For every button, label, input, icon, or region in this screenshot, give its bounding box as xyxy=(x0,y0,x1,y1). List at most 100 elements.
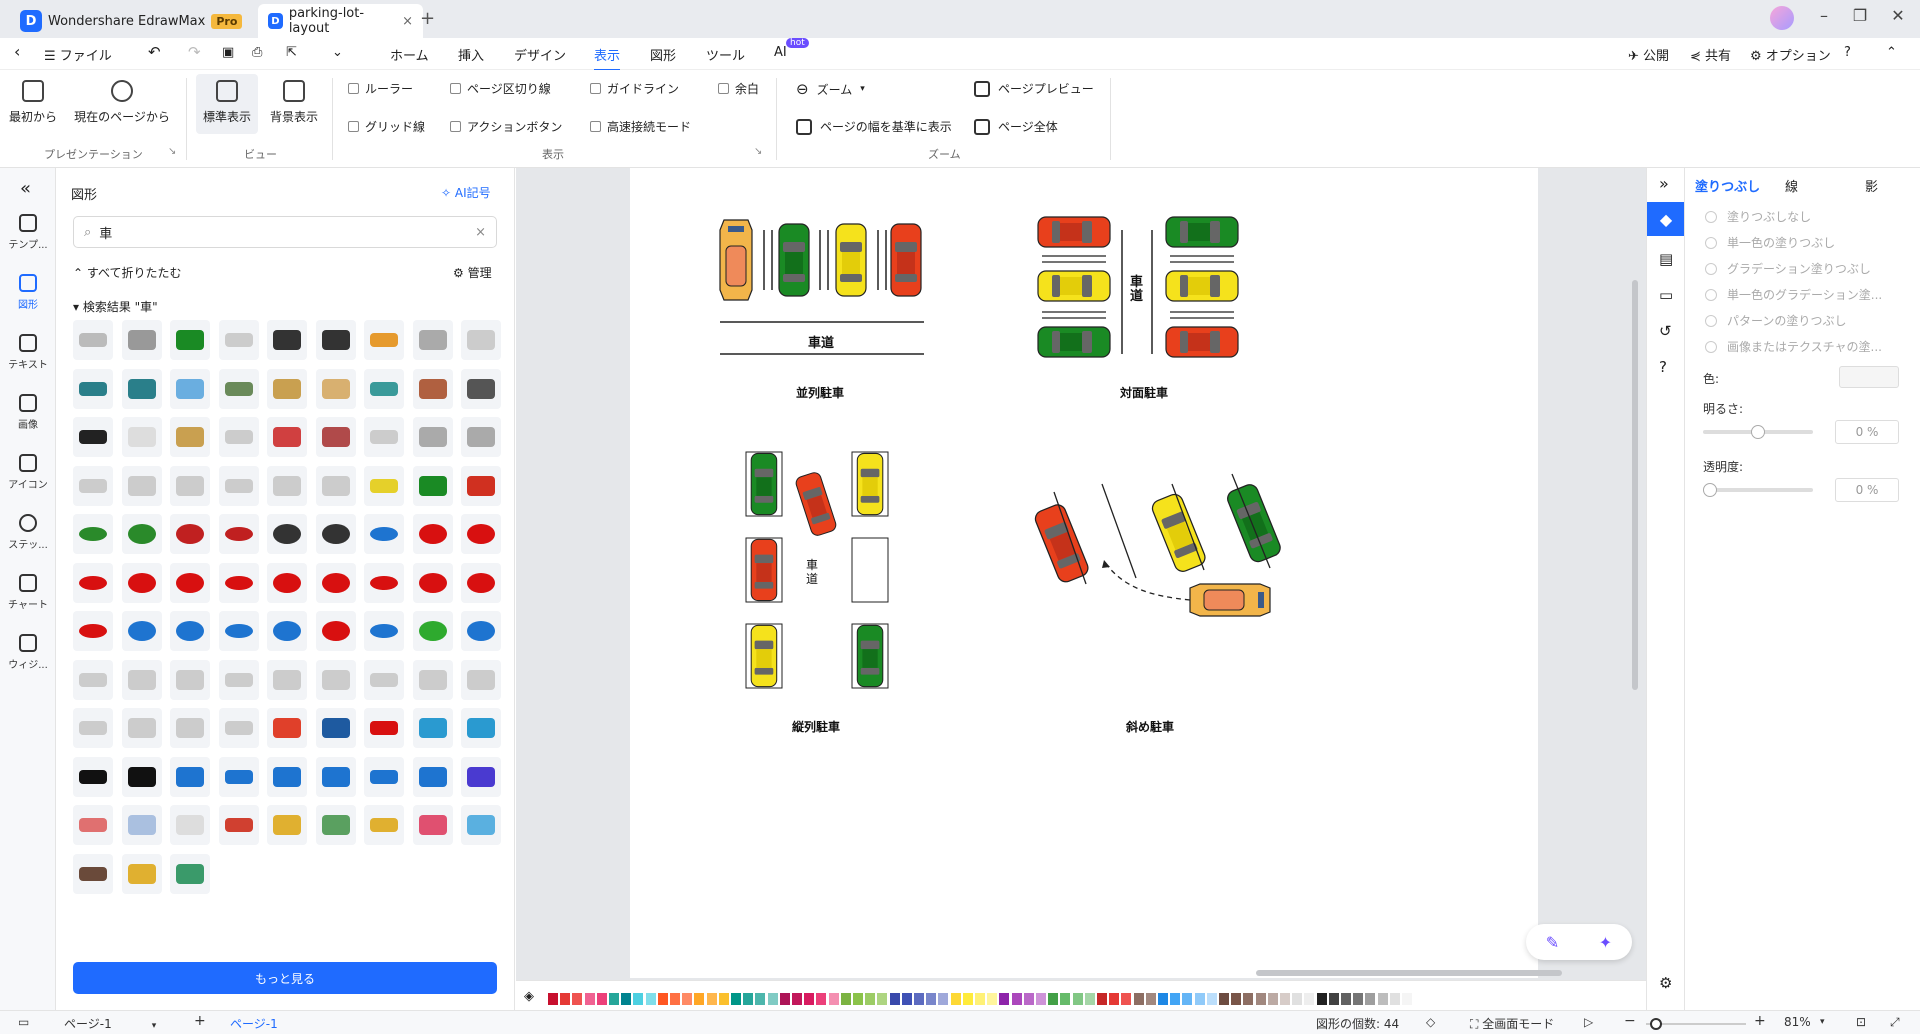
nav-text[interactable]: テキスト xyxy=(0,334,56,371)
shape-result-item[interactable] xyxy=(121,562,162,603)
slider-knob[interactable] xyxy=(1703,483,1717,497)
color-swatch[interactable] xyxy=(1011,993,1022,1005)
zoom-level[interactable]: 81% xyxy=(1784,1015,1811,1029)
export-icon[interactable]: ⇱ xyxy=(286,45,297,60)
color-swatch[interactable] xyxy=(792,993,802,1005)
ai-symbol-button[interactable]: ✧ AI記号 xyxy=(441,184,491,201)
road-tandem-label[interactable]: 車道 xyxy=(806,558,820,586)
shape-result-item[interactable] xyxy=(267,562,307,603)
guideline-checkbox[interactable]: ガイドライン xyxy=(590,80,679,97)
page-layout-icon[interactable]: ▭ xyxy=(18,1015,29,1029)
brightness-slider[interactable] xyxy=(1703,425,1813,439)
shape-result-item[interactable] xyxy=(315,562,356,603)
color-swatch[interactable] xyxy=(633,993,644,1005)
color-swatch[interactable] xyxy=(779,993,790,1005)
menu-view[interactable]: 表示 xyxy=(594,45,621,71)
clear-search-icon[interactable]: × xyxy=(475,225,486,240)
expand-icon[interactable]: ⤢ xyxy=(1890,1015,1900,1030)
shape-result-item[interactable] xyxy=(170,465,210,506)
color-swatch[interactable] xyxy=(926,993,937,1005)
tab-fill[interactable]: 塗りつぶし xyxy=(1695,176,1760,195)
color-swatch[interactable] xyxy=(1243,993,1254,1005)
shape-result-item[interactable] xyxy=(218,465,259,506)
shape-result-item[interactable] xyxy=(73,514,113,554)
shape-result-item[interactable] xyxy=(315,659,356,700)
shape-result-item[interactable] xyxy=(267,805,307,845)
road-vertical-label[interactable]: 車道 xyxy=(1130,276,1144,304)
color-swatch[interactable] xyxy=(853,993,863,1005)
shape-result-item[interactable] xyxy=(73,708,113,748)
color-swatch[interactable] xyxy=(889,993,900,1005)
shape-result-item[interactable] xyxy=(121,368,162,409)
color-swatch[interactable] xyxy=(1219,993,1229,1005)
close-tab-icon[interactable]: × xyxy=(402,14,413,29)
shape-result-item[interactable] xyxy=(218,417,259,457)
shape-result-item[interactable] xyxy=(218,611,259,651)
shape-result-item[interactable] xyxy=(218,320,259,360)
manage-button[interactable]: ⚙ 管理 xyxy=(453,264,492,281)
color-swatch[interactable] xyxy=(987,993,998,1005)
fill-solid-option[interactable]: 単一色の塗りつぶし xyxy=(1705,234,1835,251)
shape-result-item[interactable] xyxy=(461,805,501,845)
shape-result-item[interactable] xyxy=(267,756,307,797)
menu-home[interactable]: ホーム xyxy=(390,45,429,64)
color-swatch[interactable] xyxy=(1341,993,1351,1005)
shape-result-item[interactable] xyxy=(412,611,453,651)
share-button[interactable]: ⋞ 共有 xyxy=(1690,45,1731,64)
help-circle-icon[interactable]: ? xyxy=(1659,358,1667,376)
file-menu[interactable]: ☰ ファイル xyxy=(44,45,112,64)
nav-image[interactable]: 画像 xyxy=(0,394,56,431)
shape-result-item[interactable] xyxy=(121,756,162,797)
menu-tools[interactable]: ツール xyxy=(706,45,745,64)
shape-result-item[interactable] xyxy=(461,368,501,409)
color-swatch[interactable] xyxy=(1292,993,1303,1005)
shape-result-item[interactable] xyxy=(121,417,162,457)
shape-result-item[interactable] xyxy=(218,562,259,603)
shape-result-item[interactable] xyxy=(412,562,453,603)
shape-result-item[interactable] xyxy=(73,562,113,603)
nav-icons[interactable]: アイコン xyxy=(0,454,56,491)
group-launcher-icon[interactable]: ↘ xyxy=(754,146,762,157)
shape-result-item[interactable] xyxy=(218,514,259,554)
presentation-panel-icon[interactable]: ▭ xyxy=(1659,286,1673,304)
close-window-icon[interactable]: ✕ xyxy=(1886,6,1910,25)
color-swatch[interactable] xyxy=(1194,993,1205,1005)
shape-result-item[interactable] xyxy=(412,659,453,700)
shape-result-item[interactable] xyxy=(364,659,404,700)
road-label[interactable]: 車道 xyxy=(808,332,834,351)
shape-result-item[interactable] xyxy=(73,659,113,700)
group-launcher-icon[interactable]: ↘ xyxy=(168,146,176,157)
shape-result-item[interactable] xyxy=(267,611,307,651)
collapse-all-button[interactable]: ⌃ すべて折りたたむ xyxy=(73,264,182,281)
h-scrollbar-thumb[interactable] xyxy=(1256,970,1562,976)
shape-result-item[interactable] xyxy=(315,368,356,409)
color-swatch[interactable] xyxy=(975,993,985,1005)
shape-result-item[interactable] xyxy=(170,368,210,409)
shape-result-item[interactable] xyxy=(364,514,404,554)
chevron-down-icon[interactable]: ▾ xyxy=(1820,1017,1825,1027)
print-icon[interactable]: ⎙ xyxy=(252,45,262,60)
color-swatch[interactable] xyxy=(950,993,961,1005)
color-swatch[interactable] xyxy=(548,993,558,1005)
color-swatch[interactable] xyxy=(1402,993,1412,1005)
shape-result-item[interactable] xyxy=(461,562,501,603)
nav-shapes[interactable]: 図形 xyxy=(0,274,56,311)
color-swatch[interactable] xyxy=(584,993,595,1005)
shape-result-item[interactable] xyxy=(461,708,501,748)
color-swatch[interactable] xyxy=(706,993,717,1005)
color-swatch[interactable] xyxy=(828,993,839,1005)
action-button-checkbox[interactable]: アクションボタン xyxy=(450,118,562,135)
add-page-icon[interactable]: + xyxy=(194,1013,206,1029)
color-swatch[interactable] xyxy=(572,993,583,1005)
history-icon[interactable]: ↺ xyxy=(1659,322,1672,340)
shape-result-item[interactable] xyxy=(461,611,501,651)
shape-result-item[interactable] xyxy=(412,320,453,360)
shape-result-item[interactable] xyxy=(73,368,113,409)
shape-result-item[interactable] xyxy=(315,805,356,845)
shape-result-item[interactable] xyxy=(121,805,162,845)
more-button[interactable]: もっと見る xyxy=(73,962,497,994)
quick-access-icon[interactable]: ⌄ xyxy=(332,45,343,60)
fill-bucket-icon[interactable]: ◈ xyxy=(524,989,534,1004)
caption-facing[interactable]: 対面駐車 xyxy=(1120,384,1168,401)
expand-panel-icon[interactable]: » xyxy=(1659,174,1669,193)
